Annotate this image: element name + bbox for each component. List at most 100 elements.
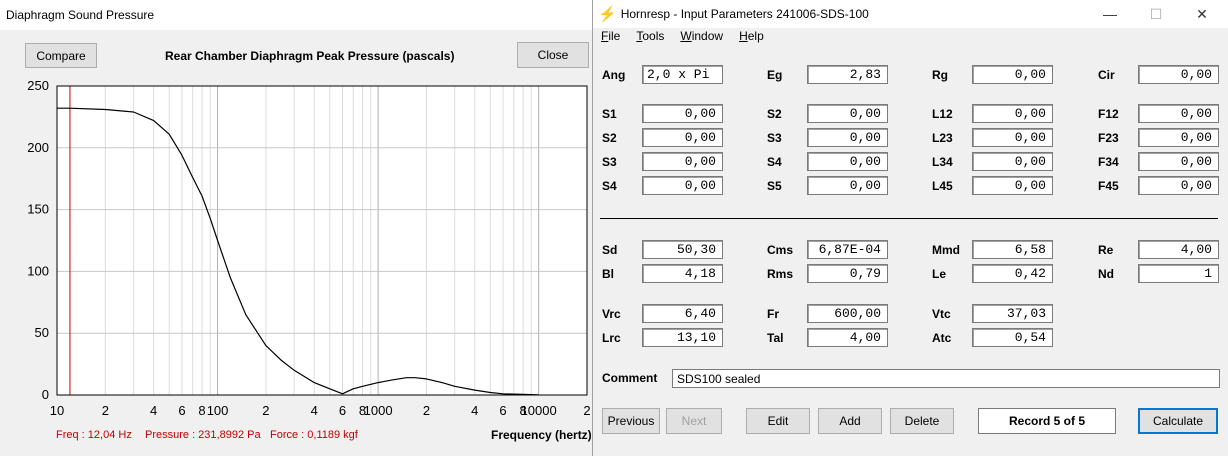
delete-button[interactable]: Delete [890, 408, 954, 434]
plot-background [57, 86, 587, 395]
pressure-chart: 050100150200250 10 2 4 6 8 100 2 4 6 81000 2 4 6 8100… [27, 78, 590, 418]
param-label-l23: L23 [932, 131, 953, 145]
param-field-s5[interactable]: 0,00 [807, 176, 888, 195]
param-field-vrc[interactable]: 6,40 [642, 304, 723, 323]
param-label-l45: L45 [932, 179, 953, 193]
param-field-rg[interactable]: 0,00 [972, 65, 1053, 84]
param-field-l34[interactable]: 0,00 [972, 152, 1053, 171]
compare-button[interactable]: Compare [25, 43, 97, 68]
param-label-s3: S3 [602, 155, 617, 169]
param-field-fr[interactable]: 600,00 [807, 304, 888, 323]
param-field-f12[interactable]: 0,00 [1138, 104, 1219, 123]
param-field-cms[interactable]: 6,87E-04 [807, 240, 888, 259]
y-tick-label: 250 [27, 78, 49, 93]
x-tick-label: 8 [359, 403, 366, 418]
param-field-re[interactable]: 4,00 [1138, 240, 1219, 259]
param-label-le: Le [932, 267, 947, 281]
x-tick-label: 10 [50, 403, 64, 418]
x-tick-label: 100 [207, 403, 229, 418]
menu-file[interactable]: File [593, 28, 628, 44]
param-label-s4: S4 [602, 179, 617, 193]
param-label-f23: F23 [1098, 131, 1119, 145]
x-tick-label: 2 [262, 403, 269, 418]
menu-help[interactable]: Help [731, 28, 772, 44]
param-field-atc[interactable]: 0,54 [972, 328, 1053, 347]
param-field-sd[interactable]: 50,30 [642, 240, 723, 259]
param-label-s3: S3 [767, 131, 782, 145]
x-tick-label: 2 [423, 403, 430, 418]
param-field-l45[interactable]: 0,00 [972, 176, 1053, 195]
param-field-f34[interactable]: 0,00 [1138, 152, 1219, 171]
param-field-f23[interactable]: 0,00 [1138, 128, 1219, 147]
param-field-tal[interactable]: 4,00 [807, 328, 888, 347]
x-tick-label: 2 [583, 403, 590, 418]
right-title-bar[interactable]: ⚡ Hornresp - Input Parameters 241006-SDS… [593, 0, 1228, 28]
previous-button[interactable]: Previous [602, 408, 660, 434]
param-field-s4[interactable]: 0,00 [642, 176, 723, 195]
param-label-s2: S2 [602, 131, 617, 145]
param-label-eg: Eg [767, 68, 783, 82]
y-tick-label: 100 [27, 263, 49, 278]
param-field-s4[interactable]: 0,00 [807, 152, 888, 171]
param-label-l34: L34 [932, 155, 953, 169]
section-divider [600, 218, 1218, 219]
close-window-icon[interactable]: ✕ [1179, 0, 1225, 28]
param-label-tal: Tal [767, 331, 784, 345]
param-label-atc: Atc [932, 331, 952, 345]
param-field-l12[interactable]: 0,00 [972, 104, 1053, 123]
x-axis-title: Frequency (hertz) [491, 428, 592, 442]
left-title-bar[interactable]: Diaphragm Sound Pressure [0, 0, 592, 30]
hornresp-logo-icon: ⚡ [598, 6, 617, 23]
next-button[interactable]: Next [666, 408, 722, 434]
y-tick-label: 0 [42, 387, 49, 402]
plot-frame [56, 85, 588, 396]
param-label-l12: L12 [932, 107, 953, 121]
x-tick-label: 1000 [364, 403, 393, 418]
param-field-mmd[interactable]: 6,58 [972, 240, 1053, 259]
param-label-s1: S1 [602, 107, 617, 121]
x-tick-label: 2 [102, 403, 109, 418]
param-field-l23[interactable]: 0,00 [972, 128, 1053, 147]
edit-button[interactable]: Edit [746, 408, 810, 434]
left-window-title: Diaphragm Sound Pressure [6, 8, 155, 22]
param-field-s3[interactable]: 0,00 [807, 128, 888, 147]
param-label-nd: Nd [1098, 267, 1114, 281]
param-label-ang: Ang [602, 68, 626, 82]
x-tick-label: 8 [519, 403, 526, 418]
add-button[interactable]: Add [818, 408, 882, 434]
param-field-eg[interactable]: 2,83 [807, 65, 888, 84]
comment-field[interactable]: SDS100 sealed [672, 369, 1220, 388]
diaphragm-sound-pressure-window: Diaphragm Sound Pressure Compare Rear Ch… [0, 0, 592, 456]
param-label-cir: Cir [1098, 68, 1115, 82]
param-label-s5: S5 [767, 179, 782, 193]
x-tick-label: 10000 [521, 403, 557, 418]
maximize-icon[interactable]: ☐ [1133, 0, 1179, 28]
close-chart-button[interactable]: Close [517, 42, 589, 68]
menu-tools[interactable]: Tools [628, 28, 672, 44]
param-field-cir[interactable]: 0,00 [1138, 65, 1219, 84]
param-field-lrc[interactable]: 13,10 [642, 328, 723, 347]
param-field-nd[interactable]: 1 [1138, 264, 1219, 283]
param-field-vtc[interactable]: 37,03 [972, 304, 1053, 323]
param-label-s2: S2 [767, 107, 782, 121]
param-field-f45[interactable]: 0,00 [1138, 176, 1219, 195]
param-label-cms: Cms [767, 243, 794, 257]
calculate-button[interactable]: Calculate [1138, 408, 1218, 434]
param-label-f12: F12 [1098, 107, 1119, 121]
y-tick-label: 50 [35, 325, 49, 340]
param-field-ang[interactable]: 2,0 x Pi [642, 65, 723, 84]
param-field-s1[interactable]: 0,00 [642, 104, 723, 123]
param-field-s3[interactable]: 0,00 [642, 152, 723, 171]
minimize-icon[interactable]: — [1087, 0, 1133, 28]
param-label-rg: Rg [932, 68, 948, 82]
pressure-curve [57, 107, 539, 396]
param-field-s2[interactable]: 0,00 [807, 104, 888, 123]
param-field-le[interactable]: 0,42 [972, 264, 1053, 283]
param-field-s2[interactable]: 0,00 [642, 128, 723, 147]
param-field-bl[interactable]: 4,18 [642, 264, 723, 283]
menu-window[interactable]: Window [672, 28, 731, 44]
status-pressure: Pressure : 231,8992 Pa [145, 429, 261, 441]
param-label-vrc: Vrc [602, 307, 621, 321]
param-label-f45: F45 [1098, 179, 1119, 193]
param-field-rms[interactable]: 0,79 [807, 264, 888, 283]
